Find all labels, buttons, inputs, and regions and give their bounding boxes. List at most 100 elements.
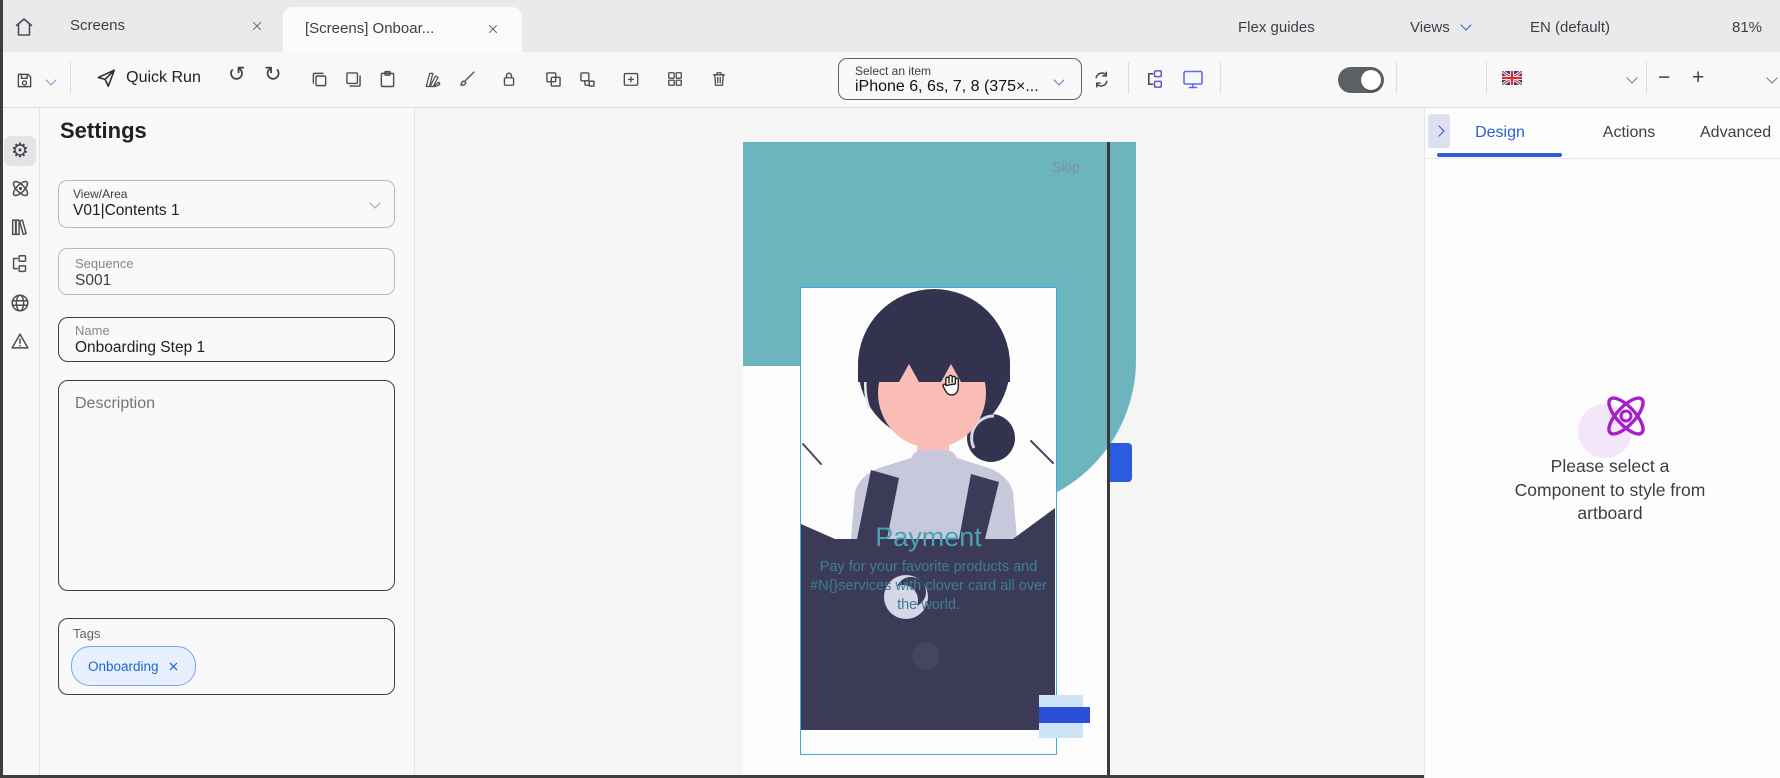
flex-guides-label: Flex guides [1238, 0, 1315, 56]
sync-button[interactable] [1088, 66, 1114, 92]
left-icon-rail [0, 108, 40, 778]
onboarding-illustration [801, 288, 1055, 753]
zoom-level[interactable]: 81% [1732, 0, 1762, 56]
delete-button[interactable] [708, 68, 730, 90]
sync-icon [1090, 68, 1113, 91]
onboarding-body: Pay for your favorite products and #N{}s… [800, 558, 1057, 615]
message-line: Component to style from [1440, 479, 1780, 503]
skip-button[interactable]: Skip [1000, 160, 1080, 176]
close-icon[interactable] [250, 19, 264, 33]
instance-button[interactable] [576, 68, 598, 90]
duplicate-button[interactable] [342, 68, 364, 90]
select-item-dropdown[interactable]: Select an item iPhone 6, 6s, 7, 8 (375×.… [838, 58, 1082, 100]
onboarding-title: Payment [800, 522, 1057, 553]
tab-screens-onboarding[interactable]: [Screens] Onboar... [283, 7, 522, 52]
tag-chip-onboarding[interactable]: Onboarding [71, 646, 196, 686]
brush-button[interactable] [455, 68, 477, 90]
add-frame-button[interactable] [620, 68, 642, 90]
quick-run-label: Quick Run [126, 69, 201, 87]
globe-icon [9, 292, 31, 314]
description-field[interactable] [58, 380, 395, 591]
copy-button[interactable] [308, 68, 330, 90]
save-button[interactable] [12, 68, 36, 92]
instance-icon [577, 69, 598, 90]
component-atom-icon [1598, 388, 1654, 444]
brush-icon [456, 69, 477, 90]
selected-component[interactable] [800, 287, 1057, 755]
close-icon[interactable] [486, 22, 500, 36]
rail-settings-button[interactable]: ⚙ [4, 136, 36, 166]
select-item-value: iPhone 6, 6s, 7, 8 (375×... [855, 78, 1039, 96]
copy-icon [309, 69, 330, 90]
group-button[interactable] [542, 68, 564, 90]
sequence-field[interactable]: Sequence [58, 248, 395, 295]
grid-layout-icon [665, 69, 685, 89]
atom-icon [9, 177, 32, 200]
tags-field[interactable]: Tags Onboarding [58, 618, 395, 695]
body-line: #N{}services with clover card all over [800, 577, 1057, 596]
chevron-down-icon [369, 197, 380, 208]
trash-icon [709, 69, 729, 89]
language-label[interactable]: EN (default) [1530, 0, 1610, 56]
rail-library-button[interactable] [6, 214, 34, 240]
zoom-out-icon[interactable]: − [1658, 66, 1670, 90]
message-line: Please select a [1440, 455, 1780, 479]
active-tab-underline [1437, 153, 1562, 157]
app-window: Screens [Screens] Onboar... Quick Run ↺ … [0, 0, 1780, 778]
inspector-divider [1425, 158, 1780, 159]
toggle-knob [1361, 70, 1381, 90]
views-dropdown[interactable]: Views [1410, 0, 1470, 56]
styles-button[interactable] [420, 68, 442, 90]
uk-flag-icon [1502, 71, 1522, 85]
language-dropdown[interactable] [1502, 71, 1522, 85]
rail-components-button[interactable] [6, 175, 34, 201]
sequence-value[interactable] [75, 272, 365, 290]
progress-bar-widget[interactable] [1039, 707, 1090, 723]
settings-title: Settings [60, 118, 147, 144]
message-line: artboard [1440, 502, 1780, 526]
rail-issues-button[interactable] [6, 328, 34, 354]
undo-icon[interactable]: ↺ [228, 62, 246, 87]
quick-run-button[interactable]: Quick Run [88, 64, 208, 92]
home-icon [12, 15, 36, 39]
view-area-select[interactable]: View/Area [58, 180, 395, 228]
select-item-label: Select an item [855, 64, 931, 78]
tab-advanced[interactable]: Advanced [1700, 108, 1780, 158]
rail-hierarchy-button[interactable] [6, 251, 34, 277]
lock-button[interactable] [498, 68, 520, 90]
group-icon [543, 69, 564, 90]
tab-label: Screens [70, 0, 240, 52]
home-button[interactable] [10, 13, 38, 41]
name-field[interactable]: Name [58, 317, 395, 362]
gear-icon: ⚙ [11, 141, 29, 161]
folder-plus-icon [621, 69, 641, 89]
tags-label: Tags [73, 626, 100, 641]
empty-state-message: Please select a Component to style from … [1440, 455, 1780, 526]
tab-actions[interactable]: Actions [1584, 108, 1674, 158]
remove-tag-icon[interactable] [168, 661, 179, 672]
redo-icon[interactable]: ↻ [264, 62, 282, 87]
flex-guides-toggle[interactable] [1338, 67, 1384, 93]
hierarchy-view-button[interactable] [1142, 66, 1168, 92]
description-textarea[interactable] [75, 395, 375, 575]
layout-button[interactable] [664, 68, 686, 90]
lock-icon [499, 69, 519, 89]
tag-chip-label: Onboarding [88, 659, 159, 674]
preview-button[interactable] [1180, 66, 1206, 92]
artboard-resize-handle[interactable] [1110, 443, 1132, 482]
views-label: Views [1410, 19, 1450, 36]
zoom-in-icon[interactable]: + [1692, 66, 1704, 90]
name-value[interactable] [75, 339, 365, 357]
tab-design[interactable]: Design [1460, 108, 1540, 158]
swatches-icon [421, 69, 442, 90]
play-send-icon [95, 67, 117, 89]
paste-button[interactable] [376, 68, 398, 90]
duplicate-icon [343, 69, 364, 90]
tab-screens[interactable]: Screens [46, 0, 278, 52]
warning-icon [9, 330, 31, 352]
rail-globe-button[interactable] [6, 290, 34, 316]
tab-label: [Screens] Onboar... [305, 3, 465, 55]
chevron-down-icon [1461, 19, 1472, 30]
collapse-panel-button[interactable] [1428, 114, 1450, 148]
view-area-value[interactable] [73, 202, 353, 220]
